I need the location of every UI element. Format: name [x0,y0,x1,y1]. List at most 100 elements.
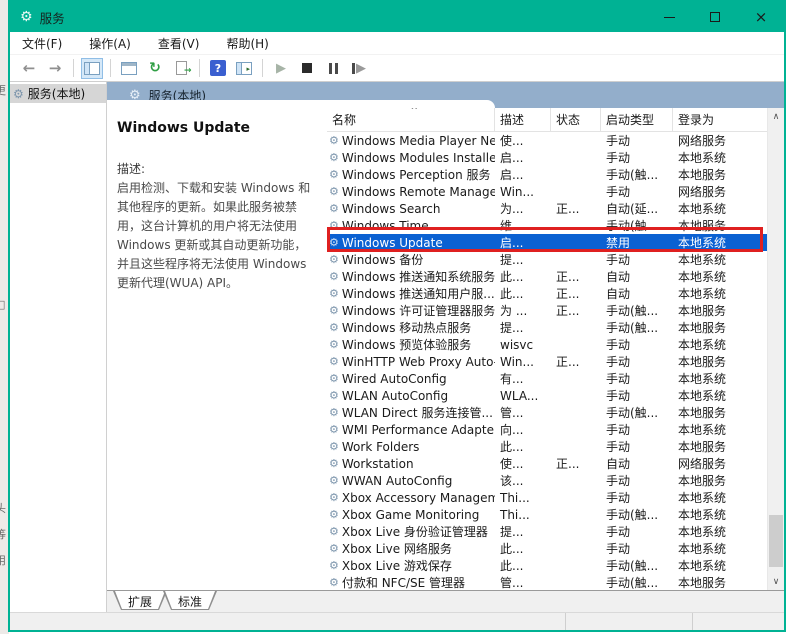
forward-button[interactable]: → [44,58,66,79]
service-logon-as: 网络服务 [678,185,727,199]
scroll-down-button[interactable]: ∨ [768,573,784,590]
service-row[interactable]: ⚙ Windows 推送通知用户服... 此... 正... 自动 本地系统 [327,285,767,302]
service-row[interactable]: ⚙ Windows Update 启... 禁用 本地系统 [327,234,767,251]
service-gear-icon: ⚙ [329,559,339,572]
toolbar-separator [199,59,200,77]
menu-view[interactable]: 查看(V) [158,35,200,52]
service-gear-icon: ⚙ [329,406,339,419]
column-header-logon-as[interactable]: 登录为 [673,108,767,131]
maximize-button[interactable] [692,2,738,32]
service-row[interactable]: ⚙ Windows Media Player Ne... 使... 手动 网络服… [327,132,767,149]
service-startup-type: 自动 [606,287,631,301]
service-row[interactable]: ⚙ WinHTTP Web Proxy Auto-... Win... 正...… [327,353,767,370]
tree-item-services-local[interactable]: ⚙ 服务(本地) [10,84,106,103]
service-row[interactable]: ⚙ Xbox Live 身份验证管理器 提... 手动 本地系统 [327,523,767,540]
service-row[interactable]: ⚙ Xbox Game Monitoring Thi... 手动(触... 本地… [327,506,767,523]
column-header-name[interactable]: 名称 ^ [327,108,495,131]
service-gear-icon: ⚙ [329,168,339,181]
service-name-cell: ⚙ Xbox Game Monitoring [327,508,495,522]
tab-standard[interactable]: 标准 [163,591,217,610]
service-gear-icon: ⚙ [329,542,339,555]
vertical-scrollbar[interactable]: ∧ ∨ [767,108,784,590]
service-row[interactable]: ⚙ Workstation 使... 正... 自动 网络服务 [327,455,767,472]
show-console-tree-button[interactable] [81,57,103,79]
service-row[interactable]: ⚙ Windows 移动热点服务 提... 手动(触... 本地服务 [327,319,767,336]
service-description: 维... [500,219,524,233]
service-name-cell: ⚙ Windows Media Player Ne... [327,134,495,148]
service-row[interactable]: ⚙ Wired AutoConfig 有... 手动 本地系统 [327,370,767,387]
status-section [565,613,692,630]
service-description: 此... [500,542,524,556]
menu-help[interactable]: 帮助(H) [226,35,268,52]
background-fragment: 用 [0,554,6,567]
start-service-button[interactable]: ▶ [270,58,292,79]
service-row[interactable]: ⚙ Xbox Accessory Manageme... Thi... 手动 本… [327,489,767,506]
help-button[interactable]: ? [207,58,229,79]
service-gear-icon: ⚙ [329,338,339,351]
service-logon-as: 本地服务 [678,355,727,369]
service-row[interactable]: ⚙ Windows 预览体验服务 wisvc 手动 本地系统 [327,336,767,353]
service-row[interactable]: ⚙ Windows Remote Manageme... Win... 手动 网… [327,183,767,200]
service-name-cell: ⚙ Xbox Live 游戏保存 [327,557,495,574]
back-button[interactable]: ← [18,58,40,79]
service-row[interactable]: ⚙ Xbox Live 游戏保存 此... 手动(触... 本地系统 [327,557,767,574]
restart-service-button[interactable]: ▶ [348,58,370,79]
main-pane: ⚙ 服务(本地) Windows Update 描述: 启用检测、下载和安装 W… [107,82,784,612]
window-controls: × [646,2,784,32]
service-row[interactable]: ⚙ Windows Modules Installer 启... 手动 本地系统 [327,149,767,166]
service-row[interactable]: ⚙ Windows Perception 服务 启... 手动(触... 本地服… [327,166,767,183]
show-in-new-window-button[interactable]: ▸ [233,58,255,79]
description-text: 启用检测、下载和安装 Windows 和其他程序的更新。如果此服务被禁用，这台计… [117,181,311,290]
minimize-icon [663,16,675,18]
service-row[interactable]: ⚙ Windows 许可证管理器服务 为 ... 正... 手动(触... 本地… [327,302,767,319]
service-row[interactable]: ⚙ Windows Search 为... 正... 自动(延... 本地系统 [327,200,767,217]
stop-service-button[interactable] [296,58,318,79]
service-name-cell: ⚙ Windows 移动热点服务 [327,319,495,336]
band-curve [107,100,495,108]
service-description: 提... [500,321,524,335]
menu-file[interactable]: 文件(F) [22,35,62,52]
menu-action[interactable]: 操作(A) [89,35,131,52]
service-name: Xbox Game Monitoring [341,507,480,522]
service-row[interactable]: ⚙ WMI Performance Adapter 向... 手动 本地系统 [327,421,767,438]
service-gear-icon: ⚙ [329,389,339,402]
service-name: Xbox Live 身份验证管理器 [341,525,488,539]
service-status: 正... [556,270,580,284]
service-gear-icon: ⚙ [329,287,339,300]
service-row[interactable]: ⚙ 付款和 NFC/SE 管理器 管... 手动(触... 本地服务 [327,574,767,590]
service-startup-type: 手动 [606,355,631,369]
column-header-startup-type[interactable]: 启动类型 [601,108,673,131]
content: ⚙ 服务(本地) ⚙ 服务(本地) Windows Update 描述: 启用检 [10,82,784,612]
service-row[interactable]: ⚙ WLAN Direct 服务连接管... 管... 手动(触... 本地服务 [327,404,767,421]
scrollbar-track[interactable] [768,125,784,573]
service-name: Windows 移动热点服务 [341,321,472,335]
scroll-up-button[interactable]: ∧ [768,108,784,125]
service-description: 使... [500,134,524,148]
service-row[interactable]: ⚙ Work Folders 此... 手动 本地服务 [327,438,767,455]
service-row[interactable]: ⚙ WWAN AutoConfig 该... 手动 本地服务 [327,472,767,489]
background-fragment: □ [0,298,6,311]
titlebar[interactable]: ⚙ 服务 × [10,2,784,32]
service-row[interactable]: ⚙ Windows 备份 提... 手动 本地系统 [327,251,767,268]
pause-service-button[interactable] [322,58,344,79]
service-name: Windows Time [341,218,429,233]
service-row[interactable]: ⚙ Windows 推送通知系统服务 此... 正... 自动 本地系统 [327,268,767,285]
column-header-status[interactable]: 状态 [551,108,601,131]
minimize-button[interactable] [646,2,692,32]
service-row[interactable]: ⚙ Xbox Live 网络服务 此... 手动 本地系统 [327,540,767,557]
service-name: WMI Performance Adapter [341,422,495,437]
tab-extended[interactable]: 扩展 [113,591,167,610]
service-description: Win... [500,184,534,199]
refresh-button[interactable]: ↻ [144,58,166,79]
properties-button[interactable] [118,58,140,79]
service-row[interactable]: ⚙ Windows Time 维... 手动(触... 本地服务 [327,217,767,234]
export-list-button[interactable]: → [170,58,192,79]
service-row[interactable]: ⚙ WLAN AutoConfig WLA... 手动 本地系统 [327,387,767,404]
scrollbar-thumb[interactable] [769,515,783,567]
close-button[interactable]: × [738,2,784,32]
service-startup-type: 禁用 [606,236,631,250]
column-header-description[interactable]: 描述 [495,108,551,131]
service-startup-type: 手动(触... [606,304,659,318]
service-status: 正... [556,457,580,471]
service-name: Windows 推送通知系统服务 [341,270,495,284]
